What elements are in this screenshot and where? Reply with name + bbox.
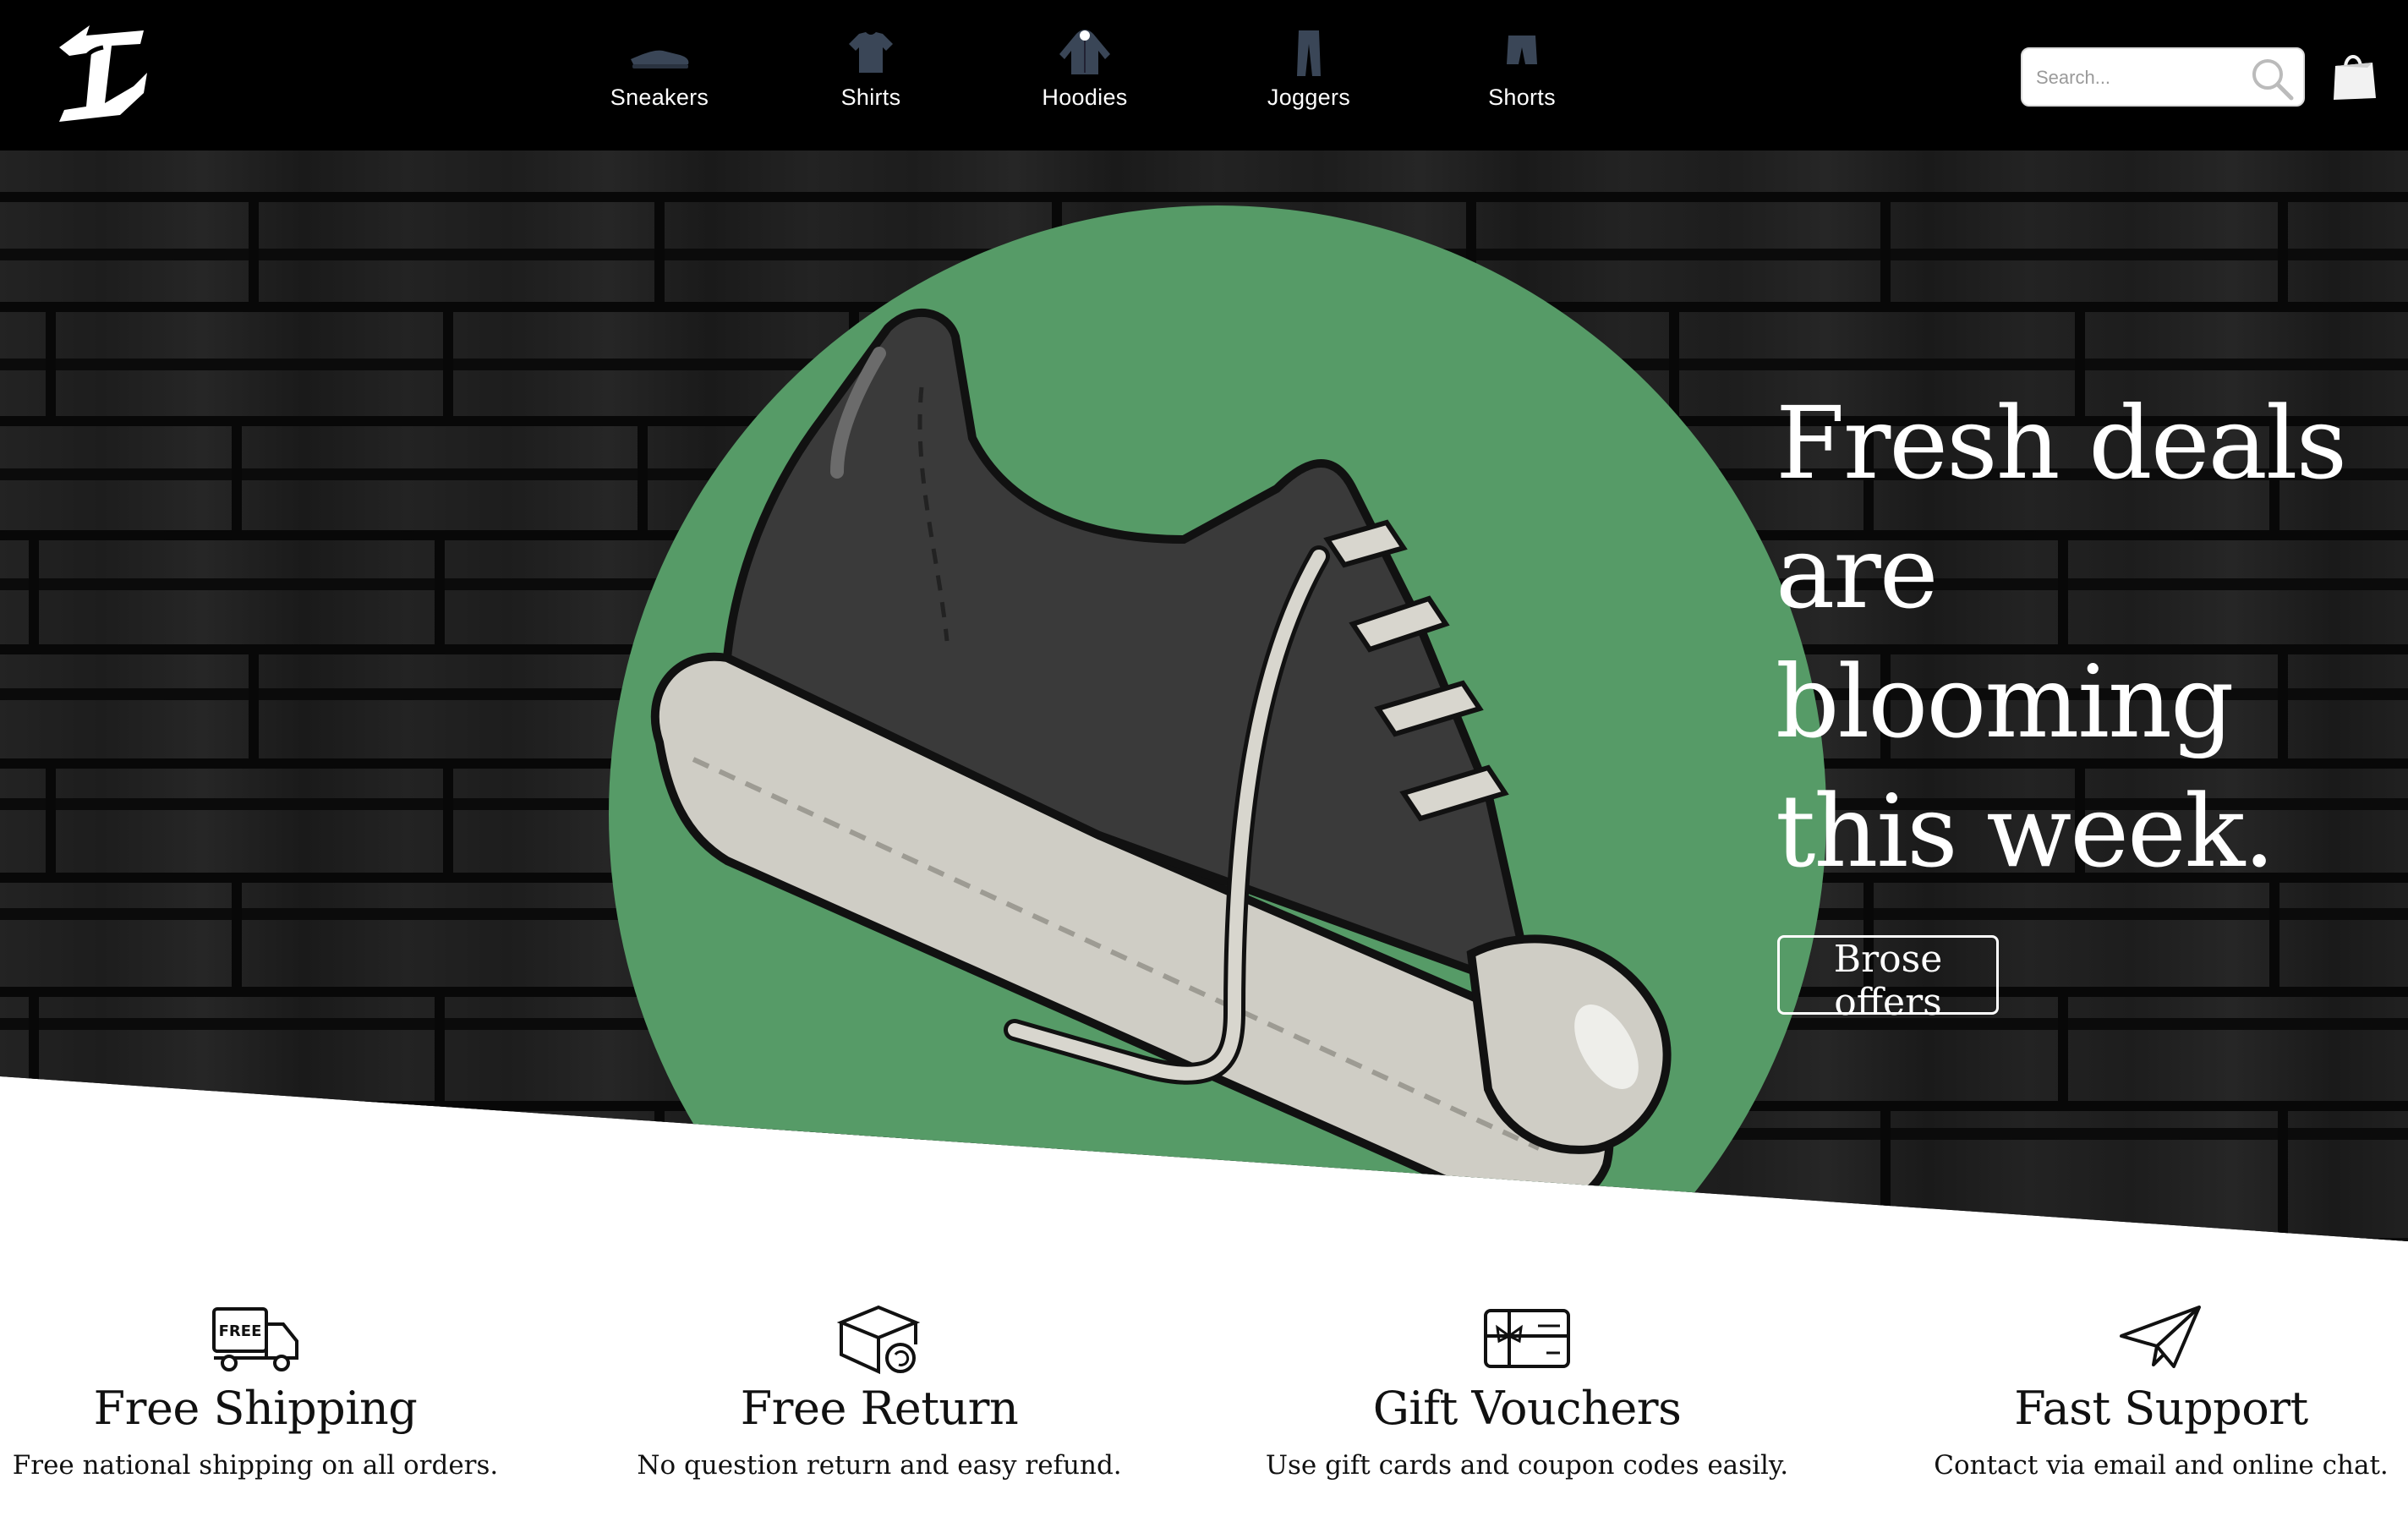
- feature-title: Fast Support: [2014, 1382, 2308, 1435]
- hoodie-icon: [1059, 30, 1110, 74]
- nav-label: Joggers: [1267, 85, 1351, 110]
- nav-item-shirts[interactable]: Shirts: [786, 19, 955, 137]
- hero-headline: Fresh deals are blooming this week.: [1776, 379, 2401, 896]
- nav-label: Shorts: [1488, 85, 1556, 110]
- feature-description: Contact via email and online chat.: [1934, 1450, 2389, 1481]
- nav-label: Shirts: [840, 85, 901, 110]
- nav-item-shorts[interactable]: Shorts: [1437, 19, 1606, 137]
- free-text: FREE: [219, 1322, 262, 1340]
- search-box: [2021, 47, 2305, 107]
- feature-free-shipping: FREE Free Shipping Free national shippin…: [0, 1302, 560, 1481]
- feature-title: Free Return: [740, 1382, 1019, 1435]
- free-delivery-truck-icon: FREE: [212, 1307, 298, 1371]
- nav-item-joggers[interactable]: Joggers: [1224, 19, 1393, 137]
- headline-line: Fresh deals: [1776, 385, 2347, 501]
- feature-description: Use gift cards and coupon codes easily.: [1265, 1450, 1789, 1481]
- joggers-icon: [1297, 30, 1321, 76]
- headline-line: are blooming: [1776, 514, 2235, 760]
- feature-free-return: Free Return No question return and easy …: [575, 1302, 1184, 1481]
- feature-gift-vouchers: Gift Vouchers Use gift cards and coupon …: [1223, 1302, 1831, 1481]
- paper-plane-icon: [2120, 1306, 2201, 1368]
- search-icon[interactable]: [2249, 56, 2295, 101]
- shirt-icon: [849, 32, 893, 73]
- sneaker-illustration: [650, 309, 1672, 1211]
- brand-logo-icon[interactable]: [52, 22, 154, 127]
- top-navbar: Sneakers Shirts Hoodies Joggers Shorts S…: [0, 0, 2408, 151]
- feature-fast-support: Fast Support Contact via email and onlin…: [1857, 1302, 2408, 1481]
- shopping-bag-icon[interactable]: [2330, 49, 2378, 101]
- feature-title: Free Shipping: [93, 1382, 418, 1435]
- feature-title: Gift Vouchers: [1372, 1382, 1682, 1435]
- headline-line: this week.: [1776, 773, 2275, 890]
- gift-card-icon: [1484, 1309, 1570, 1368]
- browse-offers-button[interactable]: Brose offers: [1777, 935, 1999, 1024]
- nav-item-sneakers[interactable]: Sneakers: [575, 19, 744, 137]
- nav-item-hoodies[interactable]: Hoodies: [1000, 19, 1169, 137]
- hero-banner: Fresh deals are blooming this week. Bros…: [0, 151, 2408, 1241]
- nav-label: Hoodies: [1042, 85, 1128, 110]
- return-box-icon: [836, 1305, 921, 1375]
- nav-label: Sneakers: [610, 85, 709, 110]
- search-input[interactable]: [2034, 49, 2249, 107]
- shorts-icon: [1507, 36, 1537, 64]
- feature-description: No question return and easy refund.: [637, 1450, 1122, 1481]
- feature-description: Free national shipping on all orders.: [12, 1450, 499, 1481]
- sneaker-icon: [631, 50, 689, 68]
